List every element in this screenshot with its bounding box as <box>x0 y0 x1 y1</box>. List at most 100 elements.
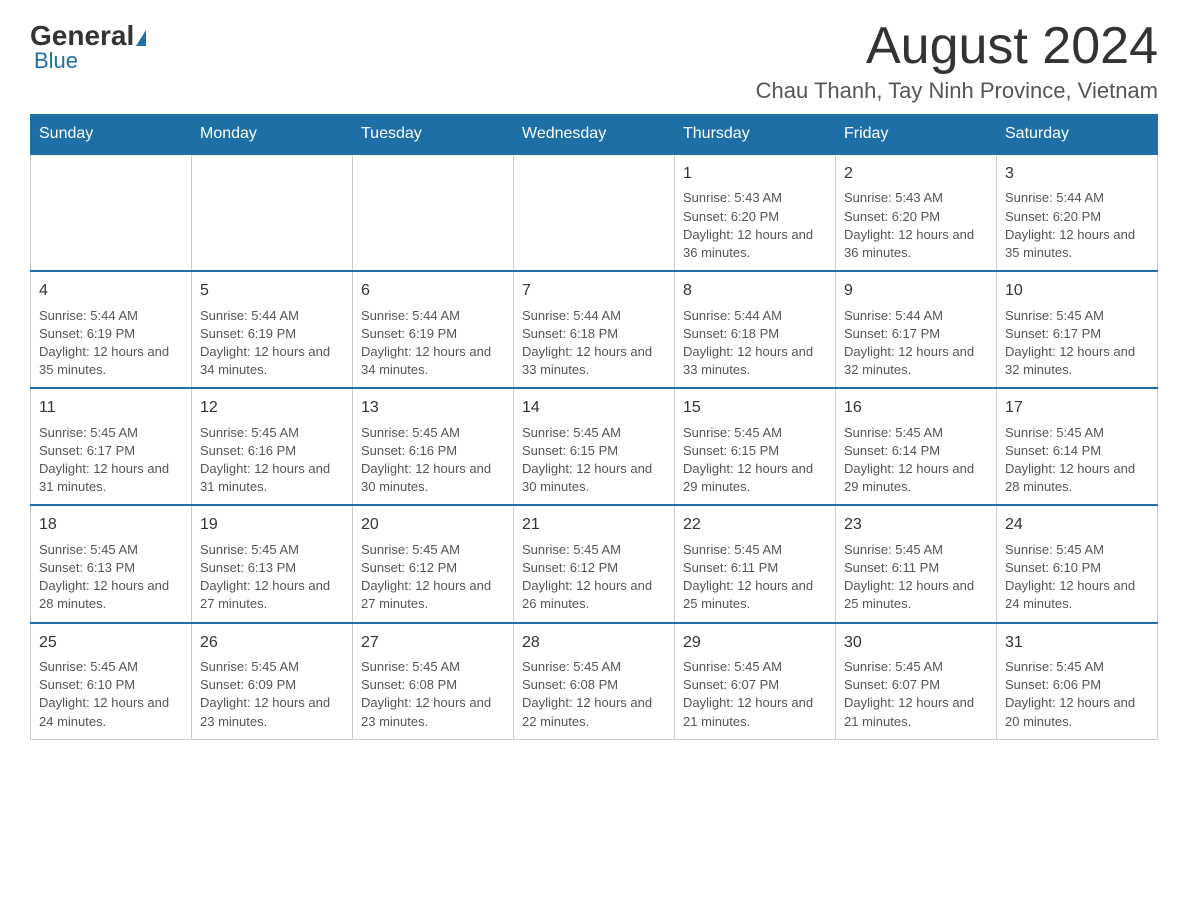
day-info: Sunrise: 5:45 AMSunset: 6:14 PMDaylight:… <box>844 424 988 497</box>
day-info: Sunrise: 5:45 AMSunset: 6:16 PMDaylight:… <box>361 424 505 497</box>
day-info: Sunrise: 5:44 AMSunset: 6:17 PMDaylight:… <box>844 307 988 380</box>
day-number: 16 <box>844 397 988 419</box>
day-info: Sunrise: 5:43 AMSunset: 6:20 PMDaylight:… <box>683 189 827 262</box>
weekday-header-thursday: Thursday <box>675 115 836 155</box>
calendar-cell: 12 Sunrise: 5:45 AMSunset: 6:16 PMDayligh… <box>192 388 353 505</box>
calendar-cell: 18Sunrise: 5:45 AMSunset: 6:13 PMDayligh… <box>31 505 192 622</box>
calendar-cell: 21 Sunrise: 5:45 AMSunset: 6:12 PMDayligh… <box>514 505 675 622</box>
day-number: 6 <box>361 280 505 302</box>
calendar-cell: 24 Sunrise: 5:45 AMSunset: 6:10 PMDayligh… <box>997 505 1158 622</box>
calendar-week-4: 18 Sunrise: 5:45 AMSunset: 6:13 PMDayligh… <box>31 505 1158 622</box>
calendar-table: SundayMondayTuesdayWednesdayThursdayFrid… <box>30 114 1158 740</box>
day-number: 10 <box>1005 280 1149 302</box>
calendar-cell: 28Sunrise: 5:45 AMSunset: 6:08 PMDayligh… <box>514 623 675 740</box>
calendar-cell: 25 Sunrise: 5:45 AMSunset: 6:10 PMDayligh… <box>31 623 192 740</box>
calendar-week-2: 4 Sunrise: 5:44 AMSunset: 6:19 PMDaylight… <box>31 271 1158 388</box>
weekday-header-saturday: Saturday <box>997 115 1158 155</box>
day-number: 22 <box>683 514 827 536</box>
day-number: 21 <box>522 514 666 536</box>
calendar-cell: 7Sunrise: 5:44 AMSunset: 6:18 PMDaylight… <box>514 271 675 388</box>
calendar-cell: 5 Sunrise: 5:44 AMSunset: 6:19 PMDaylight… <box>192 271 353 388</box>
page-header: General Blue August 2024 Chau Thanh, Tay… <box>30 20 1158 104</box>
calendar-cell: 2 Sunrise: 5:43 AMSunset: 6:20 PMDaylight… <box>836 154 997 271</box>
calendar-cell: 20 Sunrise: 5:45 AMSunset: 6:12 PMDayligh… <box>353 505 514 622</box>
day-info: Sunrise: 5:45 AMSunset: 6:12 PMDaylight:… <box>522 541 666 614</box>
day-info: Sunrise: 5:45 AMSunset: 6:06 PMDaylight:… <box>1005 658 1149 731</box>
day-number: 27 <box>361 632 505 654</box>
day-info: Sunrise: 5:45 AMSunset: 6:08 PMDaylight:… <box>522 658 666 731</box>
weekday-header-wednesday: Wednesday <box>514 115 675 155</box>
calendar-cell: 11 Sunrise: 5:45 AMSunset: 6:17 PMDayligh… <box>31 388 192 505</box>
calendar-cell <box>192 154 353 271</box>
weekday-header-row: SundayMondayTuesdayWednesdayThursdayFrid… <box>31 115 1158 155</box>
day-info: Sunrise: 5:44 AMSunset: 6:19 PMDaylight:… <box>361 307 505 380</box>
day-info: Sunrise: 5:45 AMSunset: 6:11 PMDaylight:… <box>844 541 988 614</box>
day-info: Sunrise: 5:45 AMSunset: 6:11 PMDaylight:… <box>683 541 827 614</box>
day-info: Sunrise: 5:45 AMSunset: 6:15 PMDaylight:… <box>522 424 666 497</box>
day-number: 23 <box>844 514 988 536</box>
calendar-cell: 22 Sunrise: 5:45 AMSunset: 6:11 PMDayligh… <box>675 505 836 622</box>
calendar-cell <box>353 154 514 271</box>
calendar-cell: 13 Sunrise: 5:45 AMSunset: 6:16 PMDayligh… <box>353 388 514 505</box>
day-number: 9 <box>844 280 988 302</box>
calendar-cell: 29 Sunrise: 5:45 AMSunset: 6:07 PMDayligh… <box>675 623 836 740</box>
day-info: Sunrise: 5:44 AMSunset: 6:18 PMDaylight:… <box>522 307 666 380</box>
day-info: Sunrise: 5:45 AMSunset: 6:13 PMDaylight:… <box>200 541 344 614</box>
weekday-header-sunday: Sunday <box>31 115 192 155</box>
day-info: Sunrise: 5:45 AMSunset: 6:09 PMDaylight:… <box>200 658 344 731</box>
calendar-cell: 19Sunrise: 5:45 AMSunset: 6:13 PMDayligh… <box>192 505 353 622</box>
day-info: Sunrise: 5:44 AMSunset: 6:19 PMDaylight:… <box>200 307 344 380</box>
day-info: Sunrise: 5:45 AMSunset: 6:12 PMDaylight:… <box>361 541 505 614</box>
day-info: Sunrise: 5:44 AMSunset: 6:20 PMDaylight:… <box>1005 189 1149 262</box>
day-info: Sunrise: 5:45 AMSunset: 6:10 PMDaylight:… <box>1005 541 1149 614</box>
day-number: 13 <box>361 397 505 419</box>
day-number: 12 <box>200 397 344 419</box>
day-number: 20 <box>361 514 505 536</box>
calendar-cell: 14 Sunrise: 5:45 AMSunset: 6:15 PMDayligh… <box>514 388 675 505</box>
calendar-cell <box>514 154 675 271</box>
day-number: 24 <box>1005 514 1149 536</box>
title-section: August 2024 Chau Thanh, Tay Ninh Provinc… <box>756 20 1158 104</box>
day-info: Sunrise: 5:45 AMSunset: 6:07 PMDaylight:… <box>844 658 988 731</box>
day-number: 29 <box>683 632 827 654</box>
day-info: Sunrise: 5:45 AMSunset: 6:15 PMDaylight:… <box>683 424 827 497</box>
day-info: Sunrise: 5:45 AMSunset: 6:07 PMDaylight:… <box>683 658 827 731</box>
day-number: 1 <box>683 163 827 185</box>
day-number: 18 <box>39 514 183 536</box>
logo-triangle-icon <box>136 30 146 46</box>
calendar-cell: 1 Sunrise: 5:43 AMSunset: 6:20 PMDaylight… <box>675 154 836 271</box>
day-number: 14 <box>522 397 666 419</box>
logo: General Blue <box>30 20 148 74</box>
day-number: 30 <box>844 632 988 654</box>
day-info: Sunrise: 5:45 AMSunset: 6:17 PMDaylight:… <box>39 424 183 497</box>
day-info: Sunrise: 5:45 AMSunset: 6:08 PMDaylight:… <box>361 658 505 731</box>
location-title: Chau Thanh, Tay Ninh Province, Vietnam <box>756 78 1158 104</box>
calendar-week-1: 1 Sunrise: 5:43 AMSunset: 6:20 PMDaylight… <box>31 154 1158 271</box>
day-number: 2 <box>844 163 988 185</box>
logo-blue-text: Blue <box>34 48 78 74</box>
calendar-cell: 31Sunrise: 5:45 AMSunset: 6:06 PMDayligh… <box>997 623 1158 740</box>
calendar-cell: 9 Sunrise: 5:44 AMSunset: 6:17 PMDaylight… <box>836 271 997 388</box>
day-info: Sunrise: 5:45 AMSunset: 6:10 PMDaylight:… <box>39 658 183 731</box>
calendar-cell: 8Sunrise: 5:44 AMSunset: 6:18 PMDaylight… <box>675 271 836 388</box>
calendar-cell: 17Sunrise: 5:45 AMSunset: 6:14 PMDayligh… <box>997 388 1158 505</box>
day-info: Sunrise: 5:45 AMSunset: 6:16 PMDaylight:… <box>200 424 344 497</box>
day-number: 25 <box>39 632 183 654</box>
calendar-cell: 23 Sunrise: 5:45 AMSunset: 6:11 PMDayligh… <box>836 505 997 622</box>
day-number: 17 <box>1005 397 1149 419</box>
day-info: Sunrise: 5:45 AMSunset: 6:17 PMDaylight:… <box>1005 307 1149 380</box>
weekday-header-friday: Friday <box>836 115 997 155</box>
calendar-cell: 10 Sunrise: 5:45 AMSunset: 6:17 PMDayligh… <box>997 271 1158 388</box>
weekday-header-tuesday: Tuesday <box>353 115 514 155</box>
weekday-header-monday: Monday <box>192 115 353 155</box>
day-number: 5 <box>200 280 344 302</box>
calendar-cell: 6 Sunrise: 5:44 AMSunset: 6:19 PMDaylight… <box>353 271 514 388</box>
calendar-cell: 4 Sunrise: 5:44 AMSunset: 6:19 PMDaylight… <box>31 271 192 388</box>
month-title: August 2024 <box>756 20 1158 72</box>
day-number: 26 <box>200 632 344 654</box>
day-number: 4 <box>39 280 183 302</box>
day-info: Sunrise: 5:44 AMSunset: 6:19 PMDaylight:… <box>39 307 183 380</box>
day-info: Sunrise: 5:43 AMSunset: 6:20 PMDaylight:… <box>844 189 988 262</box>
day-number: 11 <box>39 397 183 419</box>
day-number: 3 <box>1005 163 1149 185</box>
